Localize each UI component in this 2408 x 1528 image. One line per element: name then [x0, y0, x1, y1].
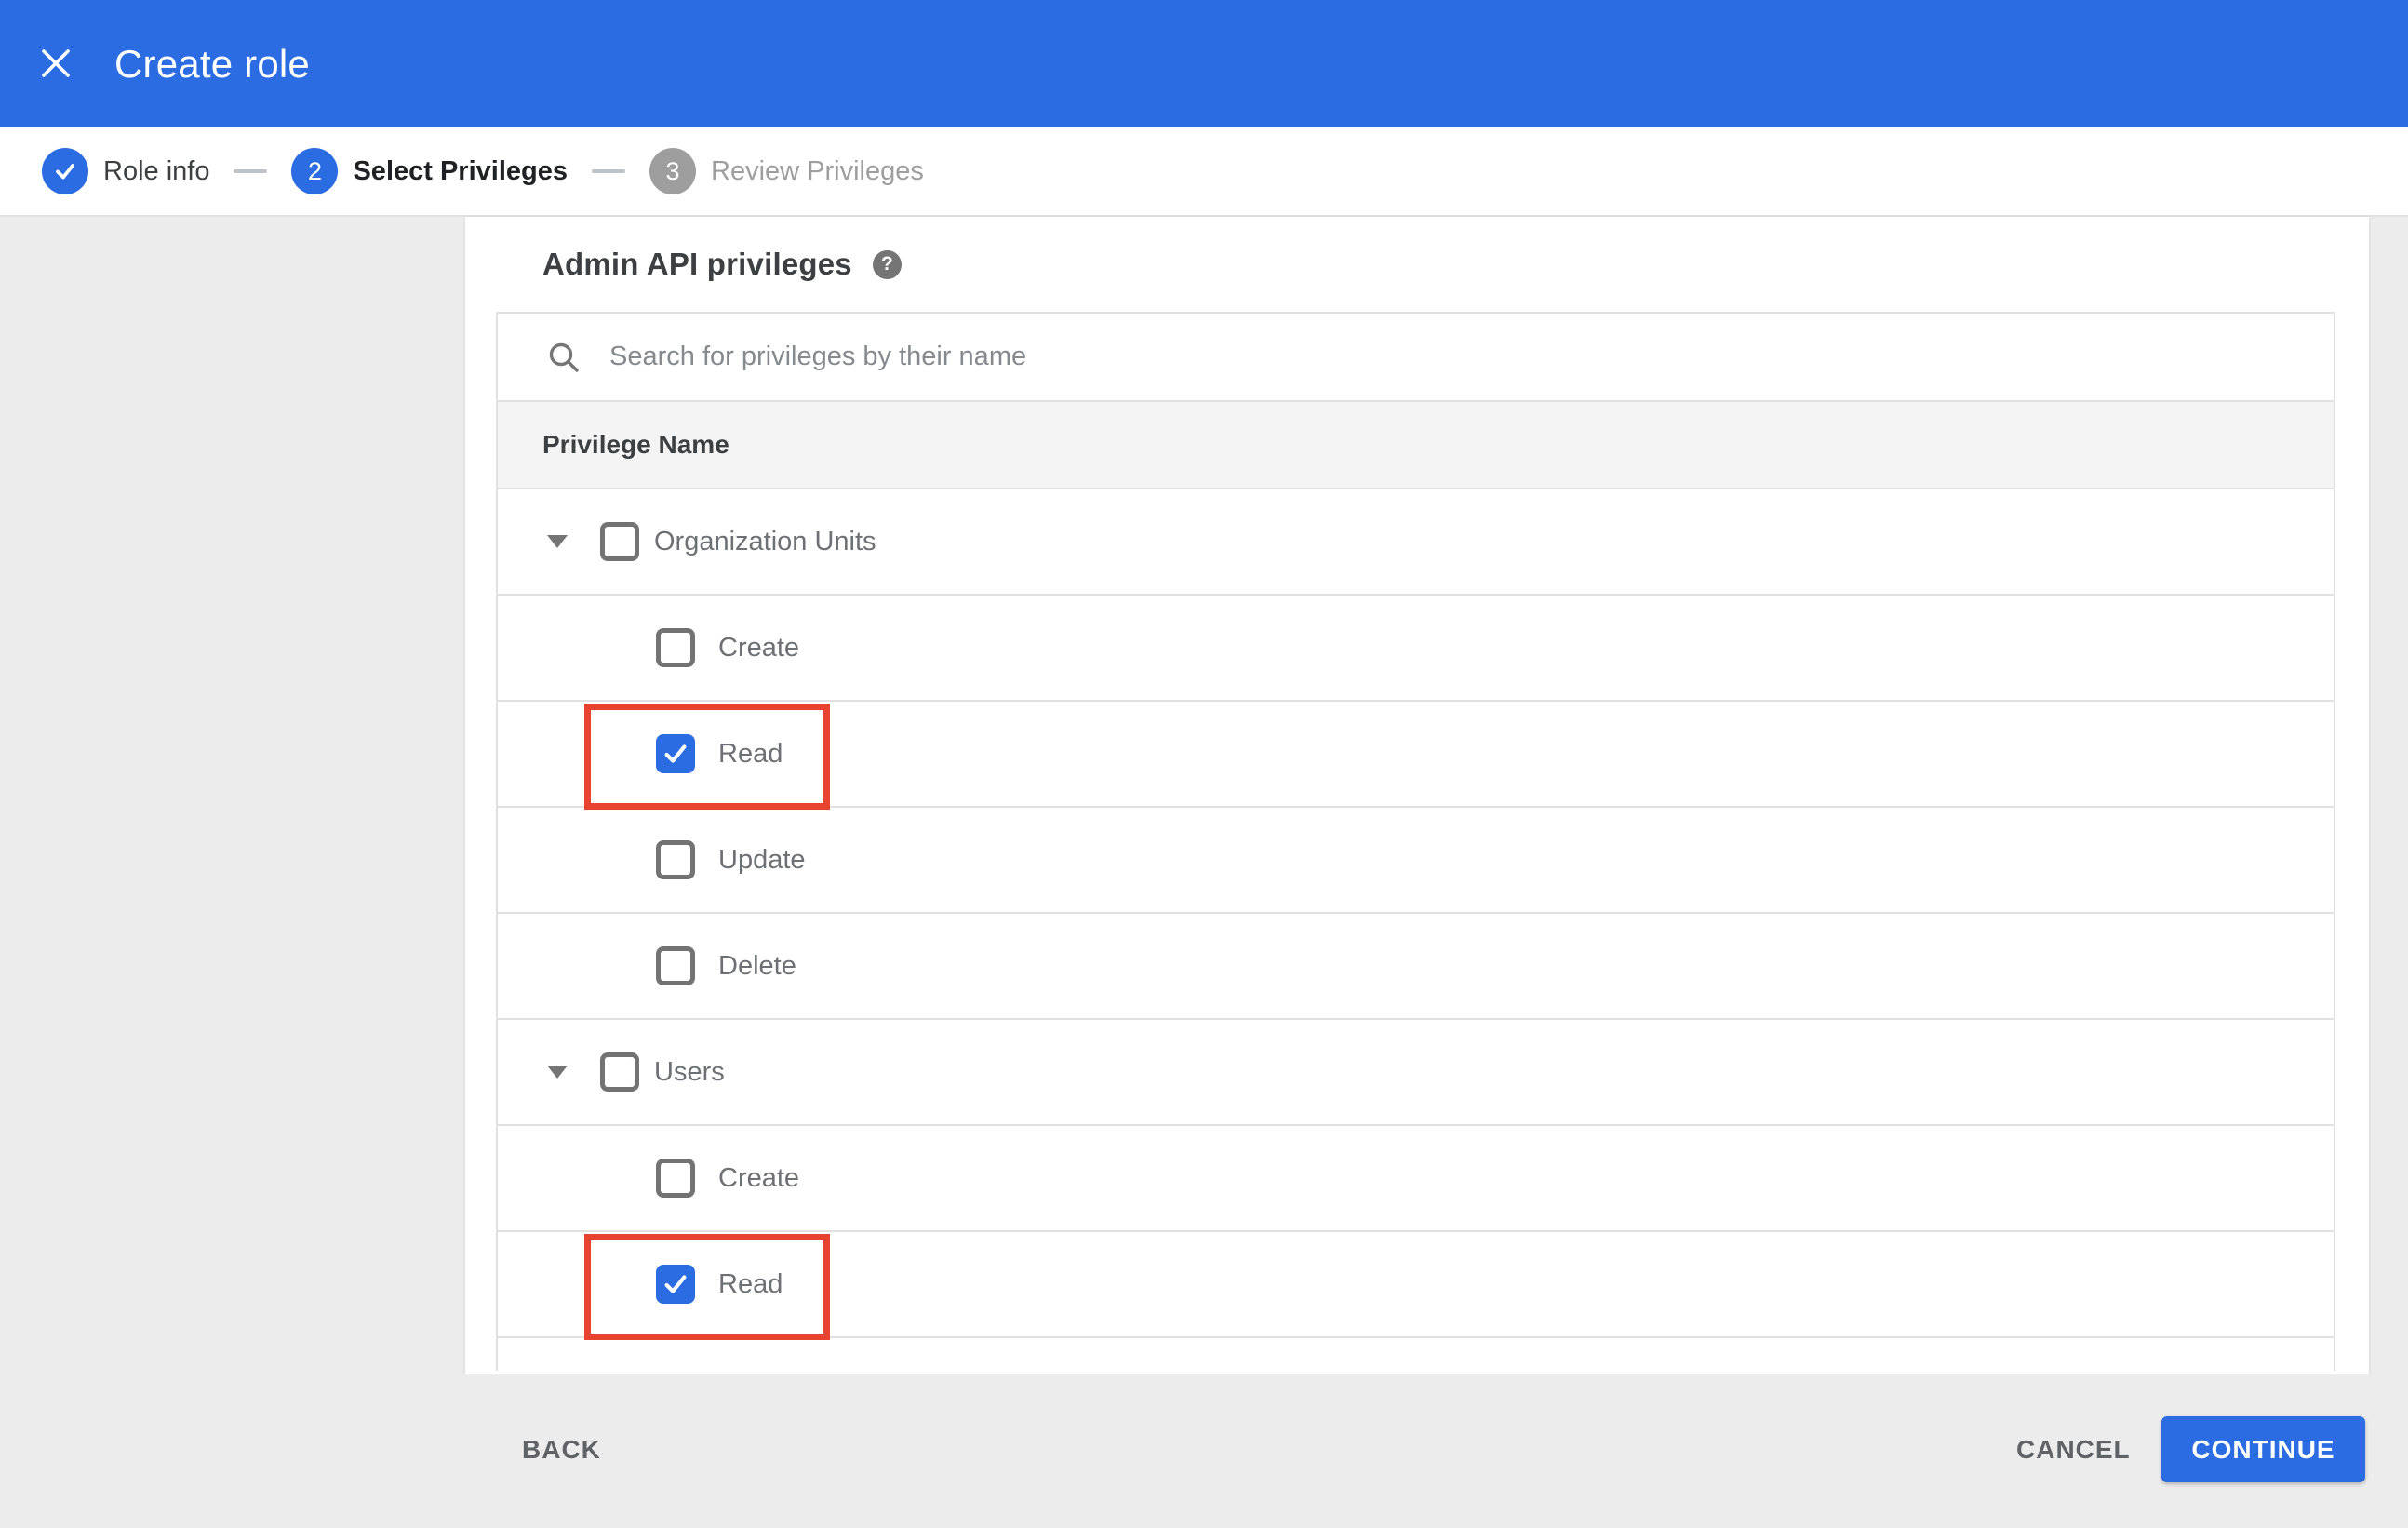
privilege-checkbox-users[interactable]: [600, 1052, 639, 1092]
privilege-checkbox-read[interactable]: [656, 734, 695, 773]
table-row-group-users: Users: [498, 1020, 2334, 1126]
table-row-read: Read: [498, 702, 2334, 810]
step-label: Role info: [103, 155, 210, 186]
step-number: 2: [291, 148, 339, 194]
close-icon[interactable]: [39, 47, 73, 80]
search-input[interactable]: [609, 342, 2005, 372]
privilege-checkbox-update[interactable]: [656, 840, 695, 879]
privileges-panel: Admin API privileges ? Privilege Name Or…: [465, 217, 2369, 1374]
highlight-outline: [584, 1234, 830, 1340]
step-select-privileges[interactable]: 2 Select Privileges: [291, 148, 568, 194]
privilege-checkbox-create[interactable]: [656, 1159, 695, 1198]
table-row-create: Create: [498, 1126, 2334, 1232]
table-row-group-organization-units: Organization Units: [498, 489, 2334, 596]
partial-row: [498, 1338, 2334, 1371]
privilege-label: Users: [654, 1056, 725, 1087]
chevron-down-icon[interactable]: [547, 534, 568, 549]
search-icon: [549, 342, 579, 372]
search-row: [498, 314, 2334, 402]
chevron-down-icon[interactable]: [547, 1065, 568, 1079]
privilege-label: Update: [718, 844, 806, 875]
stepper: Role info 2 Select Privileges 3 Review P…: [0, 127, 2408, 217]
privilege-checkbox-delete[interactable]: [656, 946, 695, 985]
privilege-label: Create: [718, 632, 800, 663]
continue-button[interactable]: CONTINUE: [2161, 1416, 2365, 1482]
step-number: 3: [649, 148, 696, 194]
app-bar: Create role: [0, 0, 2408, 127]
table-row-create: Create: [498, 596, 2334, 702]
step-complete-check-icon: [42, 148, 88, 194]
step-label: Select Privileges: [353, 155, 568, 186]
panel-title: Admin API privileges: [542, 247, 852, 281]
privilege-label: Read: [718, 738, 783, 769]
privilege-label: Create: [718, 1162, 800, 1193]
table-row-update: Update: [498, 808, 2334, 914]
step-label: Review Privileges: [711, 155, 924, 186]
table-header-row: Privilege Name: [498, 402, 2334, 489]
step-connector: [234, 169, 268, 173]
privilege-checkbox-organization-units[interactable]: [600, 522, 639, 561]
panel-heading-row: Admin API privileges ?: [465, 217, 2369, 312]
privilege-label: Delete: [718, 950, 796, 981]
table-row-delete: Delete: [498, 914, 2334, 1020]
privileges-table: Privilege Name Organization Units Create…: [496, 312, 2335, 1371]
dialog-title: Create role: [114, 42, 310, 86]
privilege-checkbox-read[interactable]: [656, 1265, 695, 1304]
privilege-label: Read: [718, 1268, 783, 1299]
cancel-button[interactable]: CANCEL: [2016, 1429, 2131, 1470]
privilege-rows: Organization Units Create Read Update De…: [498, 489, 2334, 1340]
help-icon[interactable]: ?: [872, 249, 902, 279]
back-button[interactable]: BACK: [522, 1429, 601, 1470]
privilege-checkbox-create[interactable]: [656, 628, 695, 667]
column-header-privilege-name: Privilege Name: [542, 430, 729, 459]
highlight-outline: [584, 704, 830, 810]
privilege-label: Organization Units: [654, 526, 876, 556]
step-review-privileges[interactable]: 3 Review Privileges: [649, 148, 924, 194]
table-row-read: Read: [498, 1232, 2334, 1340]
step-role-info[interactable]: Role info: [42, 148, 209, 194]
step-connector: [592, 169, 625, 173]
